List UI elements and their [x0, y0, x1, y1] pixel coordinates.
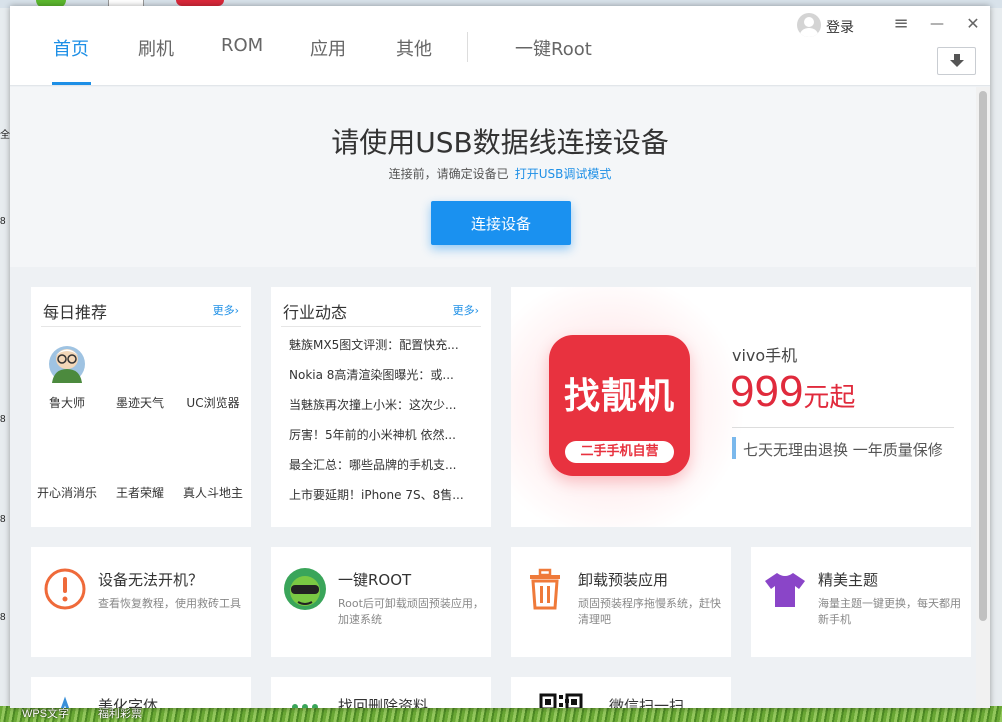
- tab-one-click-root[interactable]: 一键Root: [515, 35, 592, 61]
- promo-price: 999元起: [730, 367, 855, 417]
- desktop-right-edge: [990, 8, 1002, 708]
- news-item[interactable]: 最全汇总：哪些品牌的手机支...: [289, 456, 456, 473]
- tab-apps[interactable]: 应用: [310, 35, 346, 61]
- industry-news-card: 行业动态 更多› 魅族MX5图文评测：配置快充... Nokia 8高清渲染图曝…: [271, 287, 491, 527]
- app-label[interactable]: UC浏览器: [178, 394, 248, 411]
- tab-rom[interactable]: ROM: [221, 35, 263, 56]
- tab-other[interactable]: 其他: [396, 35, 432, 61]
- industry-news-title: 行业动态: [283, 303, 348, 322]
- font-icon: [60, 696, 70, 708]
- feature-title: 一键ROOT: [338, 571, 412, 589]
- promo-banner[interactable]: 找靓机 二手手机自营 vivo手机 999元起 七天无理由退换 一年质量保修: [511, 287, 971, 527]
- feature-card-uninstall[interactable]: 卸载预装应用 顽固预装程序拖慢系统，赶快清理吧: [511, 547, 731, 657]
- feature-desc: 海量主题一键更换，每天都用新手机: [818, 597, 961, 626]
- zhaoliangji-logo-icon: 找靓机 二手手机自营: [549, 335, 690, 476]
- app-label[interactable]: 开心消消乐: [32, 484, 102, 501]
- news-item[interactable]: Nokia 8高清渲染图曝光：或...: [289, 366, 454, 383]
- feature-title: 设备无法开机？: [98, 571, 204, 589]
- feature-title: 微信扫一扫: [609, 697, 685, 708]
- promo-brand: vivo手机: [732, 346, 798, 365]
- tshirt-icon: [765, 573, 805, 607]
- minimize-icon[interactable]: —: [926, 13, 948, 35]
- desktop-edge-char: 8: [0, 414, 6, 425]
- promo-divider: [732, 427, 954, 428]
- app-window: 首页 刷机 ROM 应用 其他 一键Root 登录 ≡ — ✕ 请使用USB数据…: [10, 6, 990, 708]
- connect-title: 请使用USB数据线连接设备: [331, 126, 669, 159]
- daily-more-link[interactable]: 更多›: [213, 302, 239, 318]
- root-mascot-icon: [284, 568, 326, 610]
- daily-recommend-title: 每日推荐: [43, 303, 108, 322]
- connect-hero: 请使用USB数据线连接设备 连接前，请确定设备已 打开USB调试模式 连接设备: [10, 87, 976, 267]
- news-item[interactable]: 魅族MX5图文评测：配置快充...: [289, 336, 459, 353]
- download-arrow-icon: [950, 54, 964, 67]
- feature-desc: 查看恢复教程，使用救砖工具: [98, 597, 241, 610]
- usb-debug-link[interactable]: 打开USB调试模式: [515, 167, 612, 181]
- app-label[interactable]: 墨迹天气: [105, 394, 175, 411]
- logo-wordmark: 找靓机: [563, 376, 675, 417]
- feature-card-fonts[interactable]: 美化字体: [31, 677, 251, 708]
- vertical-scrollbar[interactable]: [976, 87, 990, 708]
- feature-title: 美化字体: [98, 697, 159, 708]
- feature-card-recover[interactable]: 找回删除资料: [271, 677, 491, 708]
- desktop-edge-char: 8: [0, 514, 6, 525]
- top-nav-bar: 首页 刷机 ROM 应用 其他 一键Root 登录 ≡ — ✕: [10, 6, 990, 86]
- promo-tagline: 七天无理由退换 一年质量保修: [743, 441, 943, 459]
- close-icon[interactable]: ✕: [962, 13, 984, 35]
- user-avatar-icon[interactable]: [797, 13, 821, 37]
- logo-tagline: 二手手机自营: [565, 441, 674, 463]
- qrcode-icon: [539, 693, 583, 708]
- card-divider: [41, 326, 241, 327]
- active-tab-indicator: [52, 82, 91, 85]
- download-manager-button[interactable]: [937, 47, 976, 75]
- desktop-left-edge: 全 8 8 8 8: [0, 8, 10, 708]
- promo-accent-bar: [732, 437, 736, 459]
- scrollbar-thumb[interactable]: [979, 91, 987, 621]
- tab-divider: [467, 32, 468, 62]
- recover-icon: [292, 704, 318, 708]
- tab-home[interactable]: 首页: [53, 35, 89, 61]
- feature-card-root[interactable]: 一键ROOT Root后可卸载顽固预装应用，加速系统: [271, 547, 491, 657]
- news-item[interactable]: 上市要延期！iPhone 7S、8售...: [289, 486, 464, 503]
- price-unit: 元起: [803, 383, 856, 413]
- desktop-edge-char: 8: [0, 216, 6, 227]
- card-divider: [281, 326, 481, 327]
- feature-desc: Root后可卸载顽固预装应用，加速系统: [338, 597, 484, 626]
- feature-card-themes[interactable]: 精美主题 海量主题一键更换，每天都用新手机: [751, 547, 971, 657]
- login-link[interactable]: 登录: [826, 17, 854, 37]
- feature-title: 精美主题: [818, 571, 879, 589]
- desktop-edge-char: 8: [0, 612, 6, 623]
- desktop-wallpaper-grass: [0, 706, 1002, 722]
- feature-title: 卸载预装应用: [578, 571, 669, 589]
- app-label[interactable]: 王者荣耀: [105, 484, 175, 501]
- tab-flash[interactable]: 刷机: [138, 35, 174, 61]
- news-item[interactable]: 厉害！5年前的小米神机 依然...: [289, 426, 456, 443]
- feature-card-wechat-scan[interactable]: 微信扫一扫: [511, 677, 731, 708]
- price-number: 999: [730, 367, 804, 416]
- daily-recommend-card: 每日推荐 更多› 鲁大师 墨迹天气 UC浏览器 开心消消乐 王者荣耀 真人斗地主: [31, 287, 251, 527]
- connect-device-button[interactable]: 连接设备: [431, 201, 571, 245]
- app-label[interactable]: 鲁大师: [32, 394, 102, 411]
- desktop-edge-char: 全: [0, 130, 10, 141]
- exclamation-icon: [44, 568, 86, 610]
- connect-hint: 连接前，请确定设备已: [388, 167, 509, 181]
- connect-subtitle: 连接前，请确定设备已 打开USB调试模式: [10, 165, 990, 182]
- feature-title: 找回删除资料: [338, 697, 429, 708]
- news-item[interactable]: 当魅族再次撞上小米：这次少...: [289, 396, 456, 413]
- feature-desc: 顽固预装程序拖慢系统，赶快清理吧: [578, 597, 721, 626]
- app-label[interactable]: 真人斗地主: [178, 484, 248, 501]
- feature-card-unbrick[interactable]: 设备无法开机？ 查看恢复教程，使用救砖工具: [31, 547, 251, 657]
- news-more-link[interactable]: 更多›: [453, 302, 479, 318]
- trash-icon: [530, 568, 560, 610]
- menu-icon[interactable]: ≡: [890, 13, 912, 35]
- ludashi-app-icon[interactable]: [46, 345, 88, 383]
